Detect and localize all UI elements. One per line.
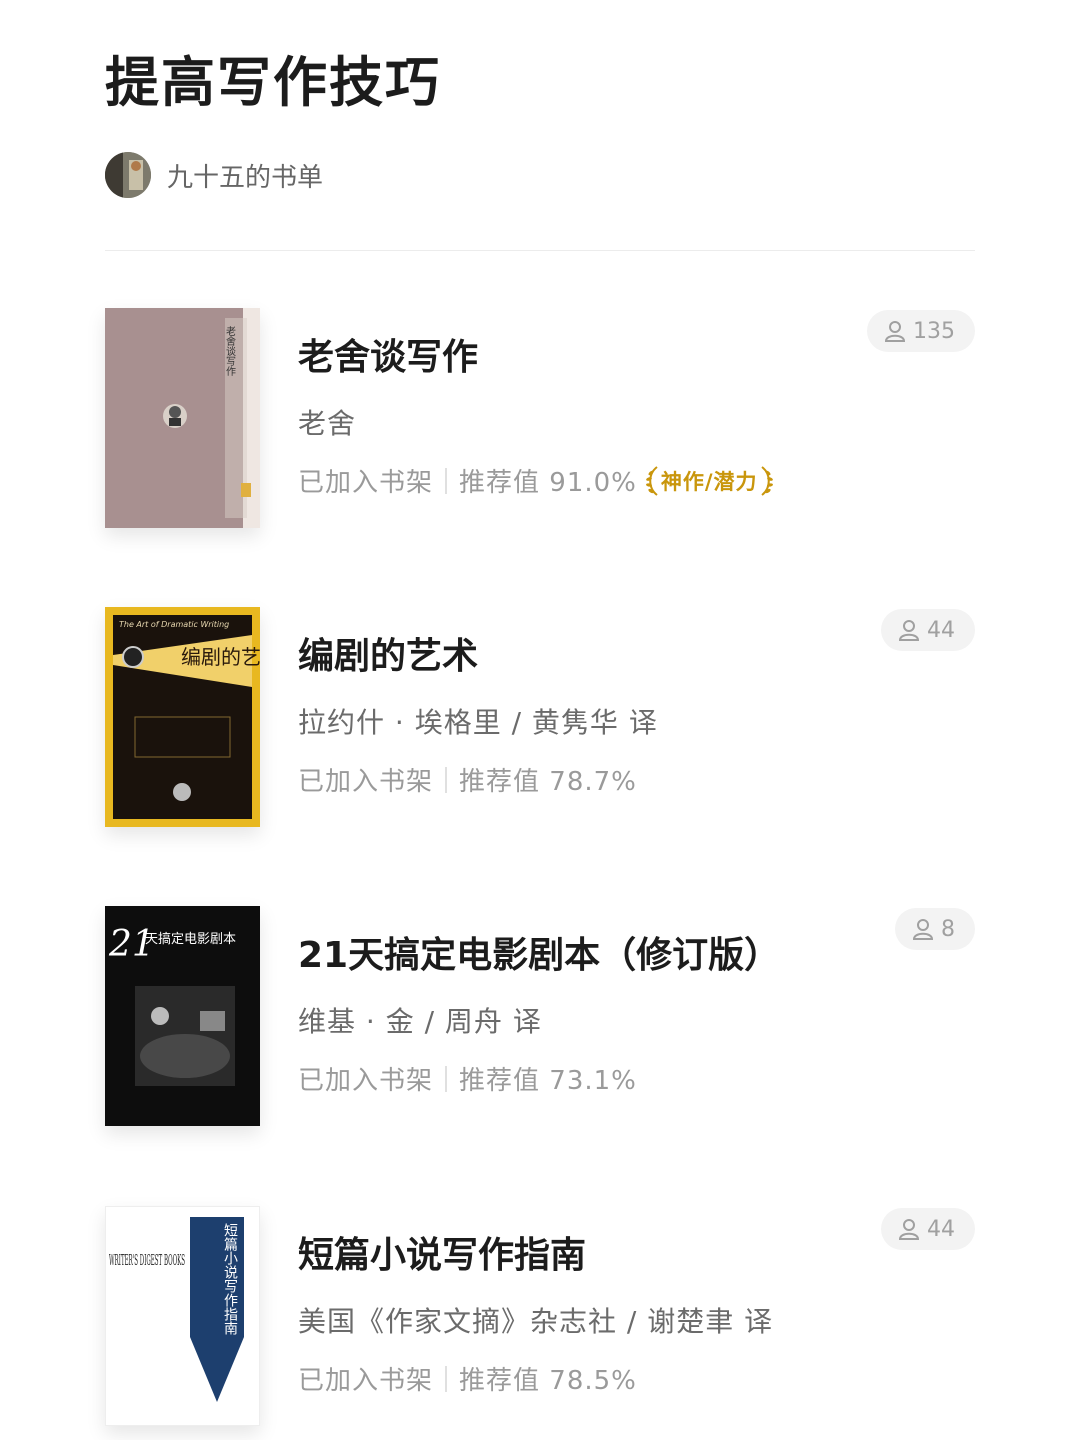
- book-meta: 已加入书架 推荐值 78.7%: [298, 761, 658, 798]
- book-meta: 已加入书架 推荐值 78.5%: [298, 1360, 773, 1397]
- recommend-value: 推荐值 78.7%: [459, 767, 637, 797]
- cover-title-text: 天搞定电影剧本: [145, 931, 236, 947]
- person-icon: [898, 620, 920, 641]
- person-icon: [884, 321, 906, 342]
- person-icon: [912, 919, 934, 940]
- shelf-status: 已加入书架: [298, 468, 434, 498]
- book-item[interactable]: WRITER'S DIGEST BOOKS 短篇小说写作指南 短篇小说写作指南 …: [105, 1206, 975, 1428]
- author-name[interactable]: 九十五的书单: [167, 157, 323, 194]
- book-item[interactable]: 老舍谈写作 老舍谈写作 老舍 已加入书架 推荐值 91.0% 神作/潜力 135: [105, 308, 975, 530]
- shelf-status: 已加入书架: [298, 1066, 434, 1096]
- book-cover[interactable]: The Art of Dramatic Writing 编剧的艺术: [105, 607, 260, 827]
- reader-count: 135: [913, 318, 955, 344]
- book-cover[interactable]: 21 天搞定电影剧本: [105, 906, 260, 1126]
- book-meta: 已加入书架 推荐值 91.0% 神作/潜力: [298, 462, 776, 499]
- avatar[interactable]: [105, 152, 151, 198]
- separator: [445, 467, 448, 494]
- book-cover[interactable]: 老舍谈写作: [105, 308, 260, 528]
- book-info: 21天搞定电影剧本（修订版） 维基 · 金 / 周舟 译 已加入书架 推荐值 7…: [298, 926, 780, 1097]
- reader-count: 44: [927, 617, 955, 643]
- book-title[interactable]: 21天搞定电影剧本（修订版）: [298, 926, 780, 978]
- recommend-value: 推荐值 91.0%: [459, 468, 637, 498]
- reader-count-pill[interactable]: 44: [881, 609, 975, 651]
- book-author: 美国《作家文摘》杂志社 / 谢楚聿 译: [298, 1305, 774, 1338]
- book-title[interactable]: 老舍谈写作: [298, 328, 776, 380]
- reader-count-pill[interactable]: 135: [867, 310, 975, 352]
- book-item[interactable]: 21 天搞定电影剧本 21天搞定电影剧本（修订版） 维基 · 金 / 周舟 译 …: [105, 906, 975, 1128]
- reader-count-pill[interactable]: 8: [895, 908, 975, 950]
- recommend-value: 推荐值 73.1%: [459, 1066, 637, 1096]
- cover-title-text: 老舍谈写作: [224, 325, 236, 376]
- book-info: 短篇小说写作指南 美国《作家文摘》杂志社 / 谢楚聿 译 已加入书架 推荐值 7…: [298, 1226, 773, 1397]
- book-info: 老舍谈写作 老舍 已加入书架 推荐值 91.0% 神作/潜力: [298, 328, 776, 499]
- cover-en-title: The Art of Dramatic Writing: [119, 620, 229, 629]
- cover-title-text: 短篇小说写作指南: [222, 1223, 238, 1335]
- booklist-author[interactable]: 九十五的书单: [105, 152, 323, 198]
- cover-en-title: WRITER'S DIGEST BOOKS: [109, 1251, 185, 1269]
- page-title: 提高写作技巧: [105, 50, 441, 114]
- badge-label: 神作/潜力: [660, 469, 758, 494]
- person-icon: [898, 1219, 920, 1240]
- book-info: 编剧的艺术 拉约什 · 埃格里 / 黄隽华 译 已加入书架 推荐值 78.7%: [298, 627, 658, 798]
- reader-count-pill[interactable]: 44: [881, 1208, 975, 1250]
- cover-title-text: 编剧的艺术: [181, 645, 260, 669]
- reader-count: 8: [941, 916, 955, 942]
- book-author: 维基 · 金 / 周舟 译: [298, 1005, 542, 1038]
- book-author: 拉约什 · 埃格里 / 黄隽华 译: [298, 706, 658, 739]
- laurel-right-icon: [760, 465, 773, 496]
- separator: [445, 766, 448, 793]
- book-cover[interactable]: WRITER'S DIGEST BOOKS 短篇小说写作指南: [105, 1206, 260, 1426]
- separator: [445, 1365, 448, 1392]
- rating-badge: 神作/潜力: [643, 464, 776, 498]
- recommend-value: 推荐值 78.5%: [459, 1366, 637, 1396]
- shelf-status: 已加入书架: [298, 767, 434, 797]
- book-title[interactable]: 编剧的艺术: [298, 627, 658, 679]
- laurel-left-icon: [645, 465, 658, 496]
- separator: [445, 1065, 448, 1092]
- shelf-status: 已加入书架: [298, 1366, 434, 1396]
- divider: [105, 250, 975, 251]
- book-item[interactable]: The Art of Dramatic Writing 编剧的艺术 编剧的艺术 …: [105, 607, 975, 829]
- reader-count: 44: [927, 1216, 955, 1242]
- book-title[interactable]: 短篇小说写作指南: [298, 1226, 773, 1278]
- book-meta: 已加入书架 推荐值 73.1%: [298, 1060, 780, 1097]
- book-author: 老舍: [298, 407, 357, 440]
